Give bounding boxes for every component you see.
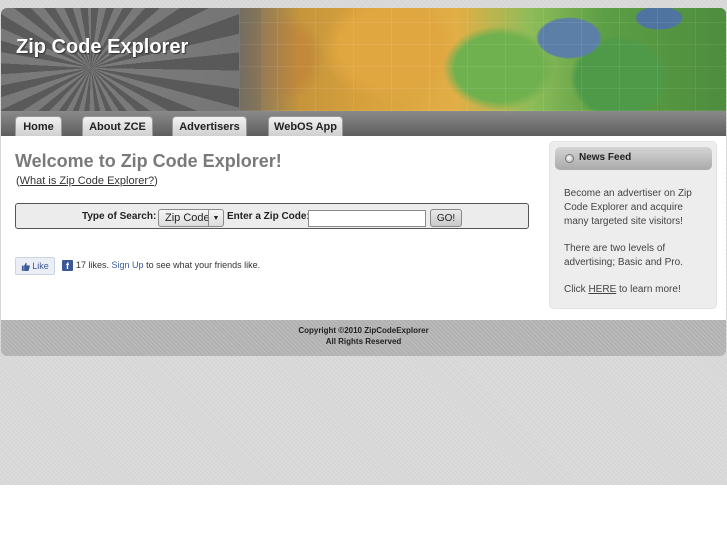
what-is-link[interactable]: What is Zip Code Explorer? — [20, 175, 155, 187]
site-header: Zip Code Explorer — [1, 8, 726, 111]
main-nav: Home About ZCE Advertisers WebOS App — [1, 111, 726, 136]
what-is-line: (What is Zip Code Explorer?) — [16, 175, 158, 187]
chevron-down-icon[interactable]: ▼ — [208, 210, 223, 226]
nav-webos-app[interactable]: WebOS App — [268, 116, 343, 136]
search-type-label: Type of Search: — [82, 211, 157, 222]
news-feed-panel: News Feed Become an advertiser on Zip Co… — [549, 141, 717, 309]
thumbs-up-icon — [22, 262, 31, 271]
zip-code-label: Enter a Zip Code: — [227, 211, 310, 222]
signup-link[interactable]: Sign Up — [112, 260, 144, 270]
like-suffix: to see what your friends like. — [146, 260, 261, 270]
zip-code-input[interactable] — [308, 210, 426, 227]
nav-home[interactable]: Home — [15, 116, 62, 136]
news-para-learn-more: Click HERE to learn more! — [564, 283, 704, 297]
like-label: Like — [32, 261, 49, 271]
nav-advertisers[interactable]: Advertisers — [172, 116, 247, 136]
paren-close: ) — [154, 175, 158, 187]
copyright-text: Copyright ©2010 ZipCodeExplorer — [298, 326, 429, 335]
here-link[interactable]: HERE — [588, 284, 616, 295]
us-map-banner — [239, 8, 726, 111]
like-button[interactable]: Like — [15, 257, 55, 275]
main-content: Welcome to Zip Code Explorer! (What is Z… — [1, 136, 726, 320]
news-feed-title: News Feed — [579, 152, 632, 163]
search-type-select[interactable]: Zip Code ▼ — [158, 209, 224, 227]
bullet-icon — [565, 154, 574, 163]
nav-about[interactable]: About ZCE — [82, 116, 153, 136]
news-para-levels: There are two levels of advertising; Bas… — [564, 243, 683, 268]
news-para-advertiser: Become an advertiser on Zip Code Explore… — [564, 188, 692, 227]
site-footer: Copyright ©2010 ZipCodeExplorer All Righ… — [1, 320, 726, 356]
facebook-icon: f — [62, 260, 73, 271]
likes-count: 17 likes. — [76, 260, 110, 270]
page-container: Zip Code Explorer Home About ZCE Adverti… — [1, 8, 726, 356]
page-title: Welcome to Zip Code Explorer! — [15, 151, 282, 171]
rights-text: All Rights Reserved — [325, 337, 402, 346]
learn-more-suffix: to learn more! — [619, 284, 681, 295]
search-type-value: Zip Code — [165, 212, 210, 224]
search-form: Type of Search: Zip Code ▼ Enter a Zip C… — [15, 203, 529, 229]
news-feed-header: News Feed — [555, 147, 712, 170]
site-title[interactable]: Zip Code Explorer — [16, 36, 188, 59]
like-count-text: 17 likes. Sign Up to see what your frien… — [76, 260, 260, 270]
learn-more-prefix: Click — [564, 284, 586, 295]
go-button[interactable]: GO! — [430, 209, 462, 227]
